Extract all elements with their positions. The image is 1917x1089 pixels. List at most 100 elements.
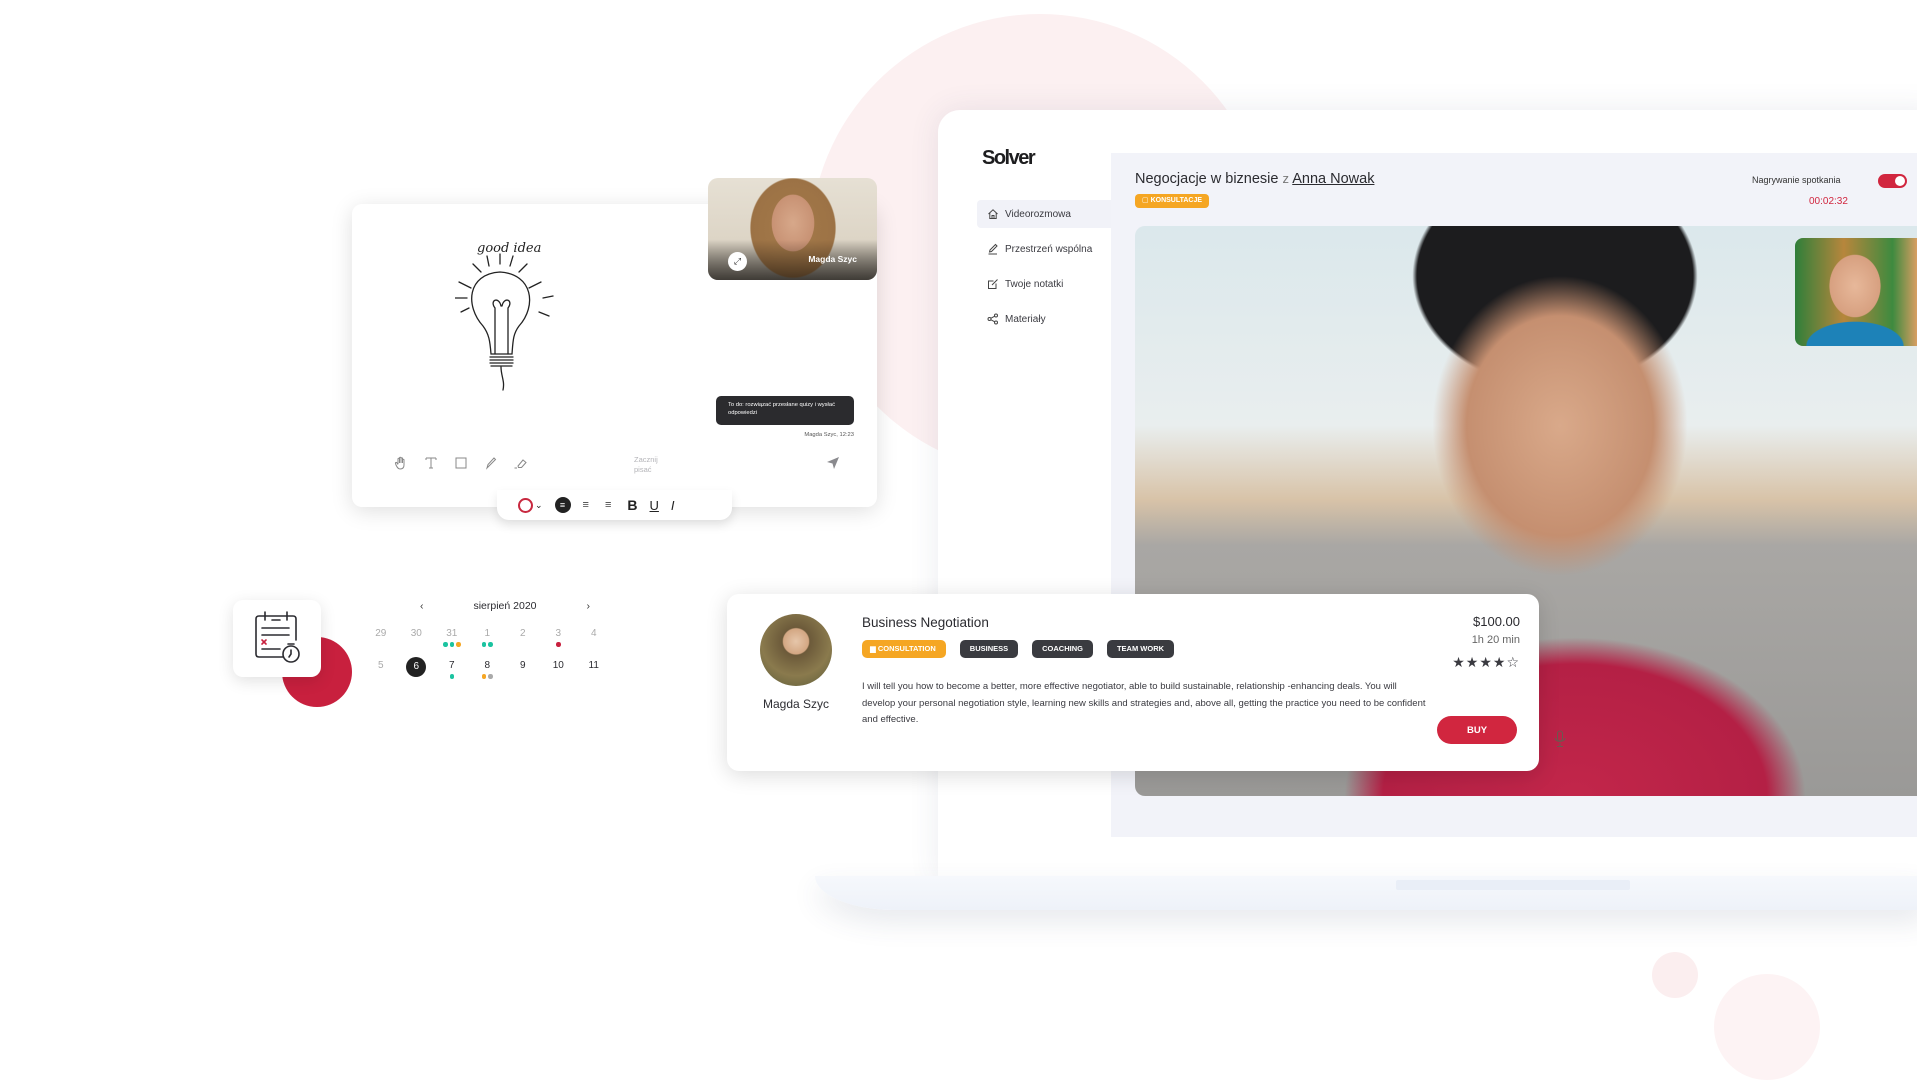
video-participant-name: Magda Szyc [808,254,857,264]
next-month-button[interactable]: › [586,600,590,612]
event-dots [541,642,577,647]
calendar-day-number: 10 [552,660,564,671]
event-dot [456,642,461,647]
tag-business[interactable]: BUSINESS [959,640,1019,658]
background-dot [1714,974,1820,1080]
sidebar-item-twoje-notatki[interactable]: Twoje notatki [977,270,1111,298]
hand-tool-icon[interactable] [393,455,409,471]
calendar-day[interactable]: 6 [399,657,435,679]
course-tags: ▆ CONSULTATION BUSINESS COACHING TEAM WO… [862,640,1175,658]
lightbulb-drawing: good idea [455,241,554,391]
calendar-clock-icon [255,611,300,663]
send-icon[interactable] [826,456,840,470]
event-dot [488,642,493,647]
sidebar-item-label: Twoje notatki [1005,278,1064,290]
buy-button[interactable]: BUY [1437,716,1517,744]
calendar-day-number: 8 [484,660,491,671]
event-dot [449,674,454,679]
whiteboard-video-feed: ⤢ Magda Szyc [708,178,877,280]
pencil-tool-icon[interactable] [483,455,499,471]
microphone-icon[interactable] [1553,730,1567,748]
share-icon [987,313,998,325]
chat-input[interactable]: Zacznij pisać [634,455,674,475]
rectangle-tool-icon[interactable] [453,455,469,471]
background-dot [1652,952,1698,998]
pen-color-picker[interactable] [518,497,533,513]
calendar-day[interactable]: 10 [541,657,577,679]
calendar-day[interactable]: 29 [363,625,399,647]
calendar-day[interactable]: 1 [470,625,506,647]
calendar-day-number: 30 [410,628,422,639]
align-right-icon[interactable]: ≡ [605,499,611,511]
event-dots [470,674,506,679]
chat-message: To do: rozwiązać przesłane quizy i wysła… [716,396,854,425]
calendar-day[interactable]: 8 [470,657,506,679]
calendar-day-number: 6 [406,657,427,677]
sidebar-item-przestrzen-wspolna[interactable]: Przestrzeń wspólna [977,235,1111,263]
calendar-day[interactable]: 3 [541,625,577,647]
drawing-caption: good idea [477,241,541,256]
chat-message-meta: Magda Szyc, 12:23 [804,432,854,438]
category-badge: ▢ KONSULTACJE [1135,194,1210,208]
align-center-icon[interactable]: ≡ [554,497,571,513]
tag-consultation[interactable]: ▆ CONSULTATION [862,640,946,658]
author-name: Magda Szyc [762,697,830,711]
course-price: $100.00 [1473,614,1520,629]
sidebar-item-label: Videorozmowa [1005,208,1071,220]
call-title: Negocjacje w biznesie z Anna Nowak [1135,171,1374,187]
event-dot [488,674,493,679]
laptop-base [815,876,1917,910]
call-person-link[interactable]: Anna Nowak [1292,171,1374,187]
prev-month-button[interactable]: ‹ [420,600,424,612]
tag-coaching[interactable]: COACHING [1032,640,1093,658]
home-icon [988,209,998,219]
app-logo[interactable]: Solver [982,147,1036,170]
underline-button[interactable]: U [650,498,659,513]
course-duration: 1h 20 min [1471,634,1520,646]
self-video-pip[interactable] [1795,238,1917,346]
recording-toggle[interactable] [1878,174,1907,188]
calendar-day[interactable]: 2 [505,625,541,647]
calendar-day[interactable]: 7 [434,657,470,679]
author-avatar [760,614,832,686]
calendar-header: ‹ sierpień 2020 › [420,600,590,612]
chevron-down-icon[interactable]: ⌄ [535,500,543,511]
event-dot [443,642,448,647]
badge-label: KONSULTACJE [1150,197,1203,204]
tag-team-work[interactable]: TEAM WORK [1106,640,1175,658]
calendar-day-number: 4 [590,628,597,639]
sidebar: Videorozmowa Przestrzeń wspólna Twoje no… [977,200,1111,340]
call-topic: Negocjacje w biznesie [1135,171,1279,187]
eraser-tool-icon[interactable] [513,455,529,471]
align-left-icon[interactable]: ≡ [583,499,589,511]
italic-button[interactable]: I [671,498,675,513]
bold-button[interactable]: B [627,497,637,513]
calendar-day-number: 31 [446,628,458,639]
tag-label: CONSULTATION [877,644,936,653]
calendar-day[interactable]: 9 [505,657,541,679]
whiteboard-toolbar [393,455,529,471]
calendar-day[interactable]: 11 [576,657,612,679]
sidebar-item-materialy[interactable]: Materiały [977,305,1111,333]
recording-timer: 00:02:32 [1809,196,1848,207]
calendar-day[interactable]: 30 [399,625,435,647]
sidebar-item-label: Przestrzeń wspólna [1005,243,1093,255]
event-dot [481,642,487,647]
event-dot [481,674,487,679]
call-with: z [1282,171,1290,186]
event-dots [470,642,506,647]
calendar-day-number: 5 [377,660,384,671]
sidebar-item-videorozmowa[interactable]: Videorozmowa [977,200,1111,228]
calendar-day-number: 3 [555,628,562,639]
calendar-day-number: 1 [484,628,491,639]
event-dot [449,642,454,647]
recording-label: Nagrywanie spotkania [1752,175,1841,185]
calendar-day-number: 7 [448,660,455,671]
calendar-day[interactable]: 5 [363,657,399,679]
expand-icon[interactable]: ⤢ [728,252,747,271]
calendar-day[interactable]: 31 [434,625,470,647]
calendar-icon-card [233,600,321,677]
calendar-day[interactable]: 4 [576,625,612,647]
calendar-day-number: 29 [375,628,387,639]
text-tool-icon[interactable] [423,455,439,471]
